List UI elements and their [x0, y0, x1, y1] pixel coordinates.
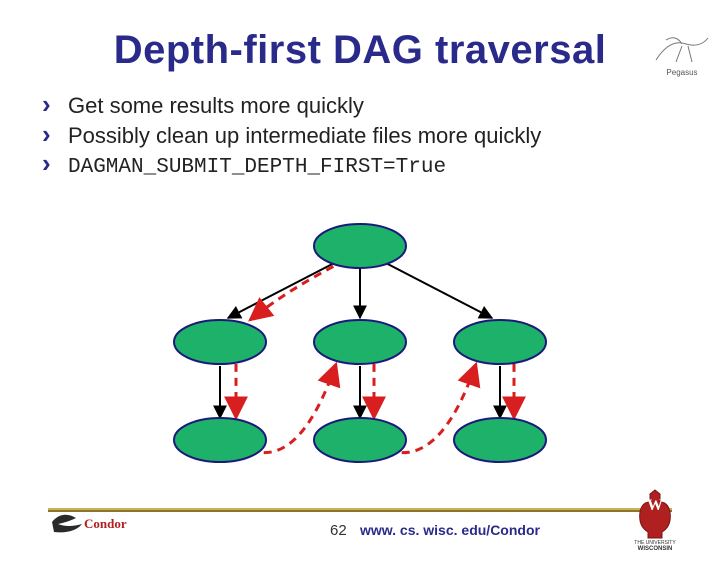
edge-a-b3: [380, 260, 492, 318]
slide-title: Depth-first DAG traversal: [0, 28, 720, 73]
footer: Condor 62 www. cs. wisc. edu/Condor W TH…: [0, 488, 720, 558]
slide-number: 62: [330, 522, 347, 539]
wisconsin-logo: W THE UNIVERSITY WISCONSIN: [620, 488, 690, 550]
svg-text:WISCONSIN: WISCONSIN: [638, 546, 673, 550]
footer-divider: [48, 508, 672, 512]
dfs-a-b1: [250, 260, 346, 320]
dag-diagram: [150, 218, 570, 488]
node-c2: [314, 418, 406, 462]
bullet-2: Possibly clean up intermediate files mor…: [42, 121, 720, 151]
svg-text:W: W: [647, 497, 663, 514]
bullet-3: DAGMAN_SUBMIT_DEPTH_FIRST=True: [42, 150, 720, 182]
bullet-list: Get some results more quickly Possibly c…: [42, 91, 720, 183]
node-b3: [454, 320, 546, 364]
node-b2: [314, 320, 406, 364]
bullet-3-code: DAGMAN_SUBMIT_DEPTH_FIRST=True: [68, 156, 446, 179]
condor-logo: Condor: [48, 504, 138, 542]
edge-a-b1: [228, 260, 340, 318]
node-c3: [454, 418, 546, 462]
footer-url: www. cs. wisc. edu/Condor: [360, 522, 540, 538]
pegasus-label: Pegasus: [652, 68, 712, 77]
condor-label: Condor: [84, 516, 127, 531]
node-b1: [174, 320, 266, 364]
pegasus-logo: Pegasus: [652, 32, 712, 74]
node-c1: [174, 418, 266, 462]
node-a: [314, 224, 406, 268]
bullet-1: Get some results more quickly: [42, 91, 720, 121]
